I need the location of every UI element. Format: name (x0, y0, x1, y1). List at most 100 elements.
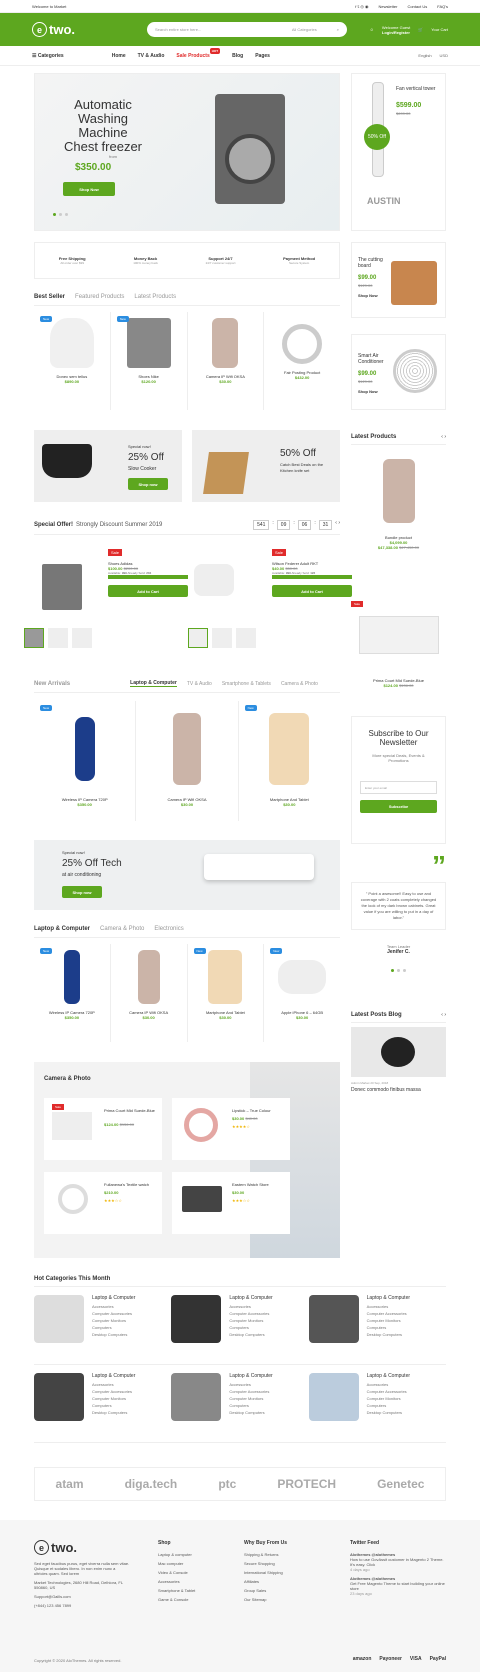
offer-item-1[interactable]: Sale Shoes Adidas $100.00 $200.00 Availa… (108, 549, 188, 597)
latest-arrows[interactable]: ‹ › (441, 434, 446, 440)
hot-category-link[interactable]: Accessories (229, 1304, 272, 1309)
camera-item[interactable]: Fullanewa's Textile watch $210.00 ★★★☆☆ (44, 1172, 162, 1234)
footer-link[interactable]: Video & Console (158, 1570, 195, 1575)
product-card[interactable]: Camera IP Wifi OKSA $30.00 (136, 701, 239, 821)
search-icon[interactable]: ⌕ (337, 27, 339, 32)
tab-tv[interactable]: TV & Audio (187, 681, 212, 687)
hot-category-link[interactable]: Computer Monitors (229, 1318, 272, 1323)
board-shop-link[interactable]: Shop Now (358, 293, 378, 298)
camera-item[interactable]: Lipstick – True Colour $30.00 $40.00 ★★★… (172, 1098, 290, 1160)
add-to-cart-button[interactable]: Add to Cart (108, 585, 188, 597)
footer-link[interactable]: Shipping & Returns (244, 1552, 287, 1557)
social-icons[interactable]: f 𝕥 ◎ ◉ (355, 4, 368, 9)
footer-link[interactable]: Affiliates (244, 1579, 287, 1584)
product-card[interactable]: New Martphone And Tablet $30.00 (239, 701, 340, 821)
hot-category-link[interactable]: Accessories (92, 1304, 135, 1309)
sale-side-product[interactable]: Sale Prima Court Mid Suede-Blue $124.00 … (351, 592, 446, 692)
footer-link[interactable]: Our Sitemap (244, 1597, 287, 1602)
slow-cooker-banner[interactable]: Special now! 25% Off Slow Cooker Shop no… (34, 430, 182, 502)
camera-item-name[interactable]: Lipstick – True Colour (232, 1108, 286, 1113)
brand-logo[interactable]: atam (56, 1477, 84, 1491)
search-category[interactable]: All Categories (292, 27, 317, 32)
nav-blog[interactable]: Blog (232, 53, 243, 59)
hot-category-title[interactable]: Laptop & Computer (92, 1373, 135, 1379)
footer-link[interactable]: Group Sales (244, 1588, 287, 1593)
product-card[interactable]: New Apple iPhone 6 – 64GB $30.00 (264, 944, 340, 1042)
hot-category-card[interactable]: Laptop & Computer Accessories Computer Acc… (308, 1373, 446, 1443)
product-card[interactable]: New Shoes Nike $120.00 (111, 312, 188, 410)
footer-link[interactable]: Mac computer (158, 1561, 195, 1566)
hot-category-link[interactable]: Computers (229, 1325, 272, 1330)
hero-shop-button[interactable]: Shop Now (63, 182, 115, 196)
hot-category-link[interactable]: Computer Monitors (367, 1318, 410, 1323)
footer-link[interactable]: Game & Console (158, 1597, 195, 1602)
hot-category-link[interactable]: Computer Monitors (92, 1396, 135, 1401)
hot-category-link[interactable]: Accessories (229, 1382, 272, 1387)
hot-category-title[interactable]: Laptop & Computer (367, 1373, 410, 1379)
hot-category-link[interactable]: Computer Monitors (367, 1396, 410, 1401)
footer-logo[interactable]: e two. (34, 1540, 130, 1555)
knife-banner[interactable]: 50% Off Catch Best Deals on the Kitchen … (192, 430, 340, 502)
footer-email[interactable]: Support@Gaills.com (34, 1594, 130, 1599)
side-promo-board[interactable]: The cutting board $99.00 $129.00 Shop No… (351, 242, 446, 318)
hot-category-link[interactable]: Computer Accessories (229, 1389, 272, 1394)
footer-link[interactable]: Smartphone & Tablet (158, 1588, 195, 1593)
tab-camera[interactable]: Camera & Photo (281, 681, 318, 687)
currency-select[interactable]: USD (440, 53, 448, 58)
cart-label[interactable]: Your Cart (431, 27, 448, 32)
hot-category-card[interactable]: Laptop & Computer Accessories Computer Acc… (34, 1373, 172, 1443)
contact-link[interactable]: Contact Us (407, 4, 427, 9)
product-card[interactable]: New Donec sem tellus $890.00 (34, 312, 111, 410)
hot-category-card[interactable]: Laptop & Computer Accessories Computer Acc… (171, 1295, 309, 1365)
hot-category-link[interactable]: Desktop Computers (229, 1410, 272, 1415)
side-promo-fan[interactable]: Fan vertical tower $599.00 $699.00 50% O… (351, 73, 446, 231)
brand-logo[interactable]: Genetec (377, 1477, 424, 1491)
footer-link[interactable]: Laptop & computer (158, 1552, 195, 1557)
testimonial-dots[interactable] (351, 969, 446, 972)
hot-category-title[interactable]: Laptop & Computer (92, 1295, 135, 1301)
tab-best-seller[interactable]: Best Seller (34, 294, 65, 300)
hot-category-link[interactable]: Desktop Computers (229, 1332, 272, 1337)
hot-category-link[interactable]: Accessories (367, 1304, 410, 1309)
product-card[interactable]: Camera IP Wifi OKSA $30.00 (111, 944, 188, 1042)
hot-category-link[interactable]: Accessories (92, 1382, 135, 1387)
tab-latest[interactable]: Latest Products (134, 294, 176, 300)
side-promo-ac[interactable]: Smart Air Conditioner $99.00 $129.00 Sho… (351, 334, 446, 410)
tab-featured[interactable]: Featured Products (75, 294, 124, 300)
add-to-cart-button[interactable]: Add to Cart (272, 585, 352, 597)
search-input[interactable]: Search entire store here... All Categori… (147, 22, 347, 37)
hot-category-link[interactable]: Computers (367, 1325, 410, 1330)
newsletter-link[interactable]: Newsletter (379, 4, 398, 9)
subscribe-button[interactable]: Subscribe (360, 800, 437, 813)
offer-item-2[interactable]: Sale Wilson Federer Adult RKT $40.00 $50… (272, 549, 352, 597)
post-image[interactable] (351, 1027, 446, 1077)
camera-item-name[interactable]: Prima Court Mid Suede-Blue (104, 1108, 158, 1113)
thumb-strip[interactable] (188, 628, 256, 648)
hot-category-link[interactable]: Computer Accessories (229, 1311, 272, 1316)
hot-category-link[interactable]: Desktop Computers (92, 1410, 135, 1415)
product-card[interactable]: New Wireless IP Camera 720P $350.00 (34, 944, 111, 1042)
footer-link[interactable]: International Shipping (244, 1570, 287, 1575)
special-arrows[interactable]: ‹ › (335, 520, 340, 530)
hot-category-link[interactable]: Computers (92, 1403, 135, 1408)
cart-icon[interactable]: 🛒 (418, 27, 423, 32)
nav-pages[interactable]: Pages (255, 53, 270, 59)
banner-shop-button[interactable]: Shop now (62, 886, 102, 898)
nav-sale[interactable]: Sale ProductsHOT (176, 47, 221, 59)
hot-category-card[interactable]: Laptop & Computer Accessories Computer Acc… (171, 1373, 309, 1443)
hot-category-card[interactable]: Laptop & Computer Accessories Computer Acc… (34, 1295, 172, 1365)
ac-banner[interactable]: Special now! 25% Off Tech at air conditi… (34, 840, 340, 910)
hot-category-link[interactable]: Computers (92, 1325, 135, 1330)
categories-menu[interactable]: ☰ Categories (32, 53, 64, 59)
thumb-strip[interactable] (24, 628, 92, 648)
hot-category-link[interactable]: Desktop Computers (367, 1332, 410, 1337)
hot-category-link[interactable]: Computer Monitors (92, 1318, 135, 1323)
hot-category-link[interactable]: Computer Accessories (367, 1311, 410, 1316)
tab-laptop[interactable]: Laptop & Computer (34, 926, 90, 932)
faqs-link[interactable]: FAQ's (437, 4, 448, 9)
footer-link[interactable]: Accessories (158, 1579, 195, 1584)
hot-category-link[interactable]: Computers (367, 1403, 410, 1408)
brand-logo[interactable]: ptc (218, 1477, 236, 1491)
product-card[interactable]: New Wireless IP Camera 720P $350.00 (34, 701, 137, 821)
banner-shop-button[interactable]: Shop now (128, 478, 168, 490)
